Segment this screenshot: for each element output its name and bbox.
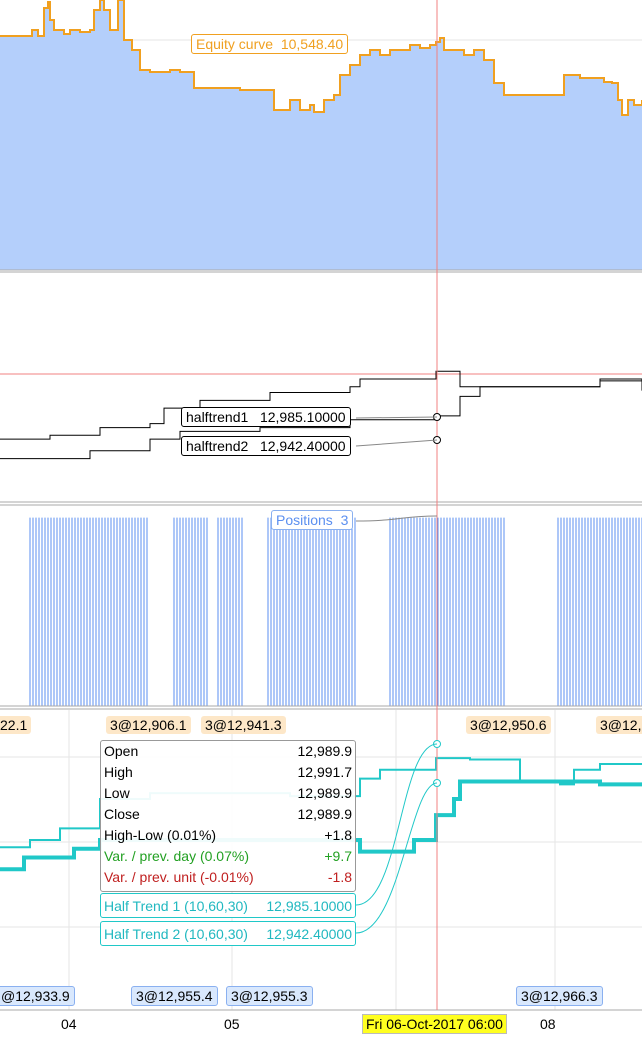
ohlc-tooltip: Open 12,989.9 High 12,991.7 Low 12,989.9 Cl… xyxy=(100,740,356,892)
halftrend2-label: halftrend2 12,942.40000 xyxy=(181,436,351,456)
x-tick: 04 xyxy=(61,1016,77,1032)
cursor-time-label: Fri 06-Oct-2017 06:00 xyxy=(362,1014,507,1034)
halftrend1-label: halftrend1 12,985.10000 xyxy=(181,407,351,427)
tooltip-row-open: Open 12,989.9 xyxy=(104,743,352,759)
positions-bars xyxy=(29,517,642,706)
tooltip-row-var-unit: Var. / prev. unit (-0.01%) -1.8 xyxy=(104,869,352,885)
tooltip-row-close: Close 12,989.9 xyxy=(104,806,352,822)
halftrend1-price-label: Half Trend 1 (10,60,30) 12,985.10000 xyxy=(100,893,356,918)
tooltip-row-var-day: Var. / prev. day (0.07%) +9.7 xyxy=(104,848,352,864)
buy-label[interactable]: 3@12,955.4 xyxy=(131,986,218,1006)
sell-label[interactable]: 3@12,906.1 xyxy=(106,716,191,734)
buy-label[interactable]: 3@12,966.3 xyxy=(516,986,603,1006)
x-tick: 05 xyxy=(224,1016,240,1032)
tooltip-row-low: Low 12,989.9 xyxy=(104,785,352,801)
x-tick: 08 xyxy=(540,1016,556,1032)
sell-label[interactable]: 3@12, xyxy=(596,716,642,734)
buy-label[interactable]: @12,933.9 xyxy=(0,986,75,1006)
halftrend2-price-label: Half Trend 2 (10,60,30) 12,942.40000 xyxy=(100,921,356,946)
sell-label[interactable]: 3@12,941.3 xyxy=(201,716,286,734)
sell-label[interactable]: 3@12,950.6 xyxy=(466,716,551,734)
equity-label: Equity curve 10,548.40 xyxy=(191,34,349,54)
tooltip-row-high: High 12,991.7 xyxy=(104,764,352,780)
halftrend1-line xyxy=(0,370,642,440)
sell-label[interactable]: 22.1 xyxy=(0,716,32,734)
positions-label: Positions 3 xyxy=(271,510,354,530)
tooltip-row-range: High-Low (0.01%) +1.8 xyxy=(104,827,352,843)
buy-label[interactable]: 3@12,955.3 xyxy=(226,986,313,1006)
